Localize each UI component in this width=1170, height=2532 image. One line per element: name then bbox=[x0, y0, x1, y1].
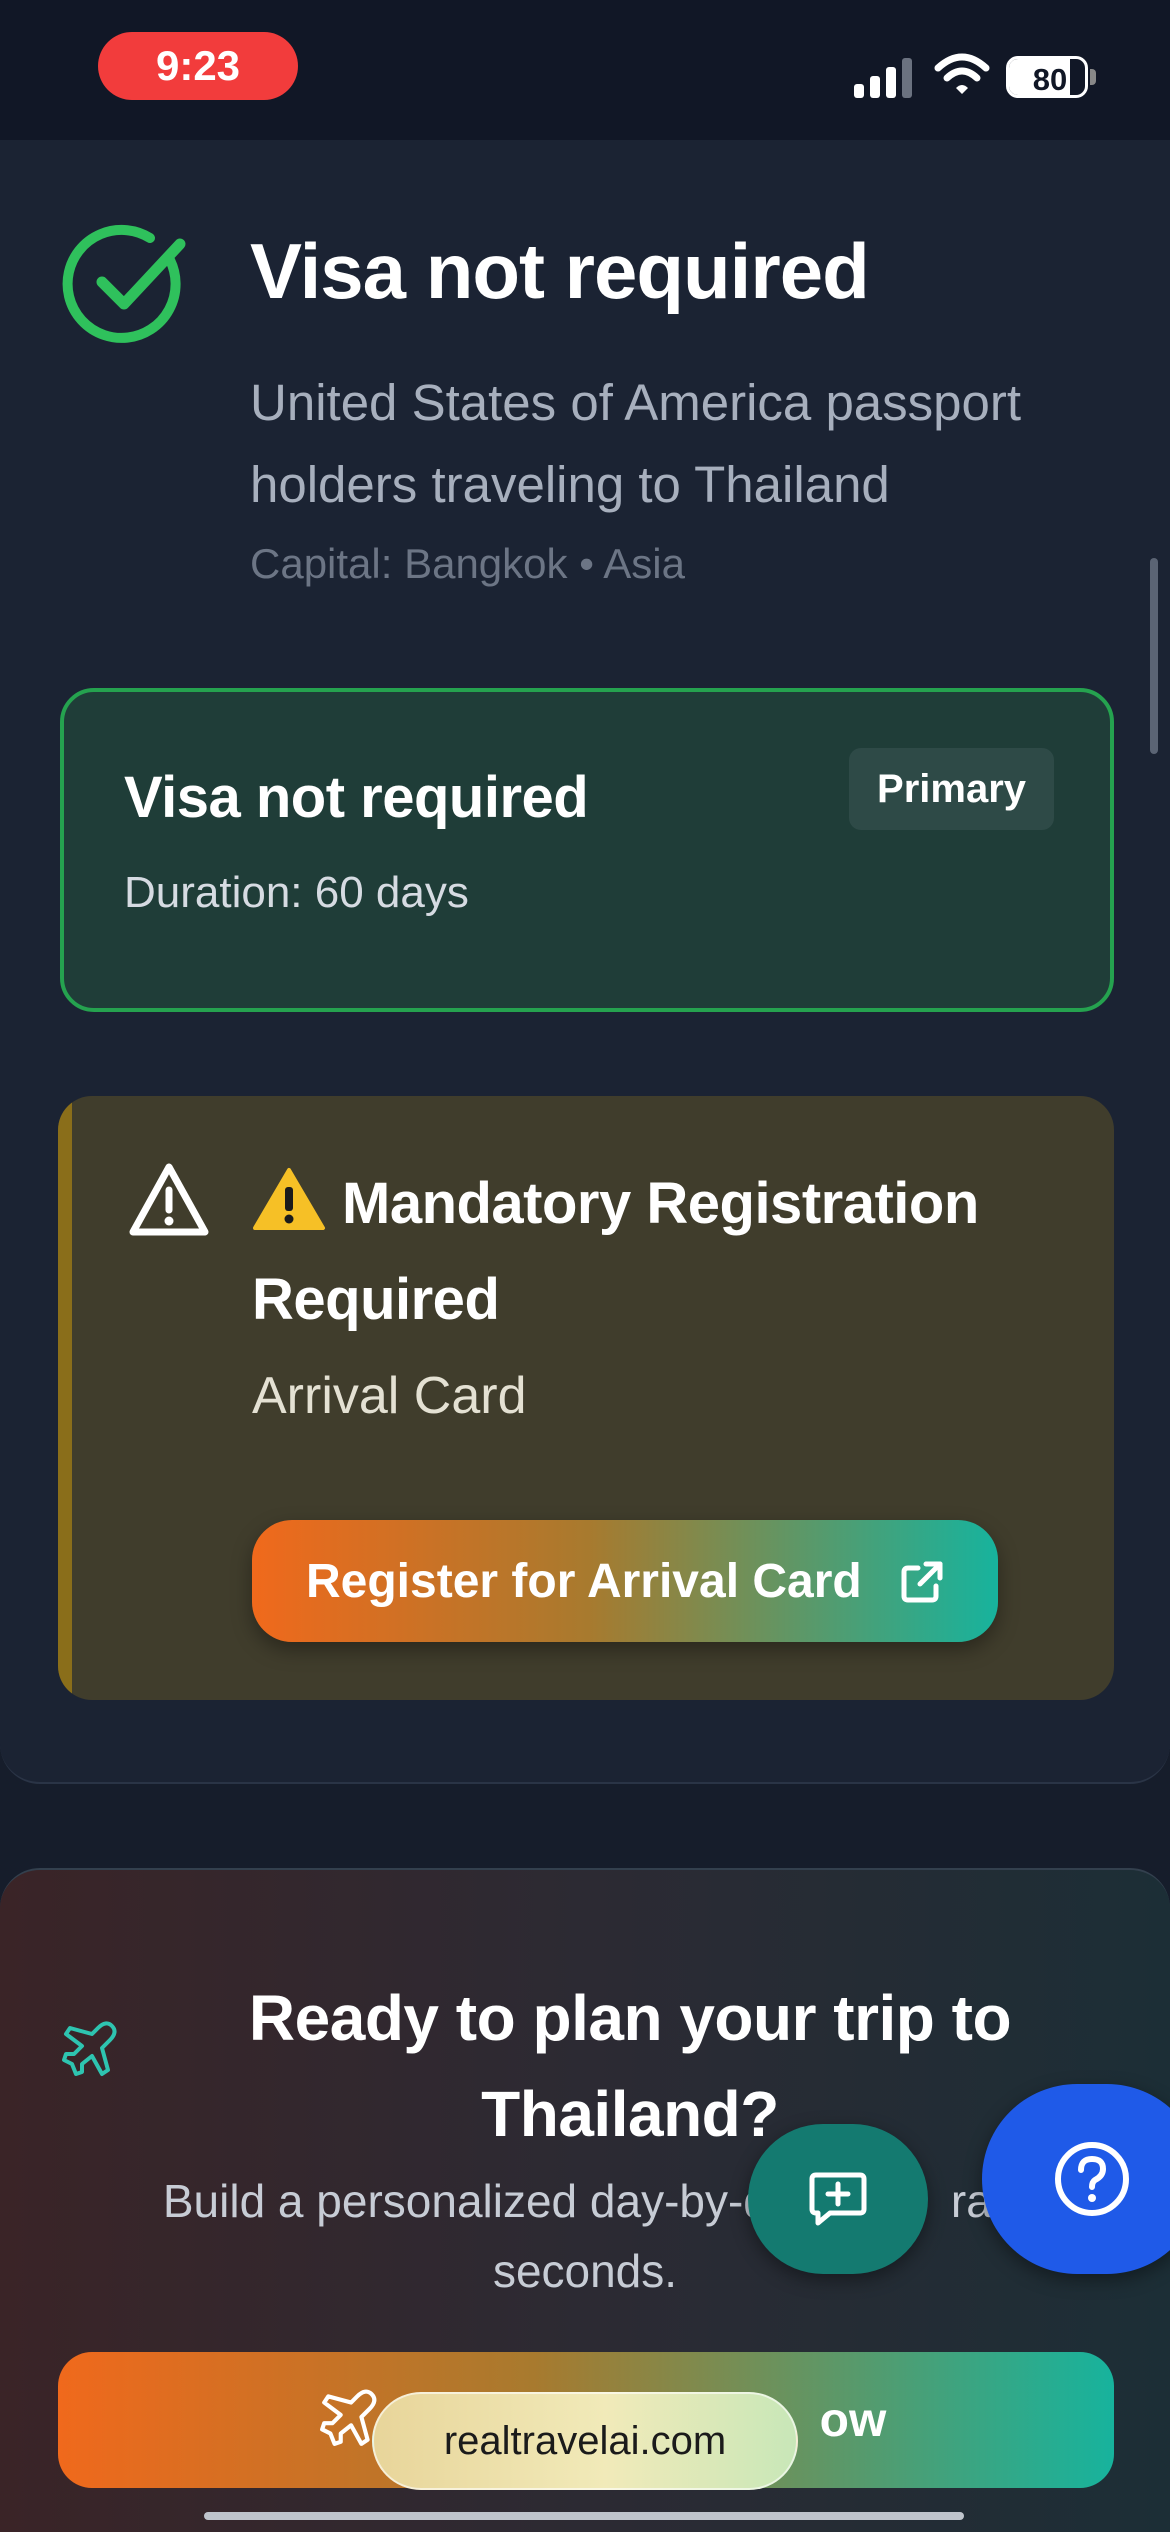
primary-visa-title: Visa not required bbox=[124, 765, 589, 830]
primary-visa-card: Visa not required Duration: 60 days Prim… bbox=[60, 688, 1114, 1012]
plan-button-plane-icon bbox=[320, 2389, 377, 2446]
warning-icon bbox=[129, 1163, 209, 1236]
battery-level: 80 bbox=[1032, 62, 1068, 97]
visa-duration: Duration: 60 days bbox=[124, 868, 469, 917]
warning-emoji-icon bbox=[253, 1168, 325, 1230]
plan-subtitle-start: Build a personalized day-by-d bbox=[162, 2175, 769, 2227]
page: 9:23 80 Visa not required United States … bbox=[0, 0, 1170, 2532]
plan-button-label: ow bbox=[819, 2393, 887, 2447]
help-button[interactable] bbox=[982, 2084, 1170, 2274]
plane-icon bbox=[62, 2021, 117, 2076]
scrollbar[interactable] bbox=[1150, 558, 1158, 754]
country-meta: Capital: Bangkok • Asia bbox=[250, 540, 685, 587]
registration-card: Mandatory Registration Required Arrival … bbox=[58, 1096, 1114, 1700]
browser-url-bar[interactable]: realtravelai.com bbox=[372, 2392, 798, 2490]
registration-type: Arrival Card bbox=[252, 1367, 527, 1425]
plan-subtitle-line2: seconds. bbox=[492, 2245, 678, 2297]
primary-badge: Primary bbox=[849, 748, 1054, 830]
signal-icon bbox=[854, 58, 912, 98]
battery-icon: 80 bbox=[1006, 56, 1096, 98]
warning-stripe bbox=[58, 1096, 72, 1700]
chat-button[interactable] bbox=[748, 2124, 928, 2274]
status-bar: 9:23 80 bbox=[0, 0, 1170, 140]
check-circle-icon bbox=[62, 224, 186, 343]
plan-trip-title: Ready to plan your trip to Thailand? bbox=[248, 1982, 1012, 2150]
plan-trip-subtitle: Build a personalized day-by-d rar seconds… bbox=[60, 2166, 1110, 2306]
register-arrival-card-button[interactable]: Register for Arrival Card bbox=[252, 1520, 998, 1642]
external-link-icon bbox=[901, 1561, 943, 1603]
register-button-label: Register for Arrival Card bbox=[306, 1554, 862, 1608]
chat-add-icon bbox=[809, 2172, 867, 2226]
home-indicator[interactable] bbox=[204, 2512, 964, 2520]
visa-status-subtitle: United States of America passport holder… bbox=[250, 374, 1022, 513]
status-time[interactable]: 9:23 bbox=[98, 32, 298, 100]
registration-title: Mandatory Registration Required bbox=[252, 1156, 1072, 1348]
visa-status-title: Visa not required bbox=[250, 227, 870, 315]
help-icon bbox=[1055, 2142, 1129, 2216]
wifi-icon bbox=[934, 53, 990, 94]
registration-title-text: Mandatory Registration Required bbox=[252, 1171, 979, 1332]
